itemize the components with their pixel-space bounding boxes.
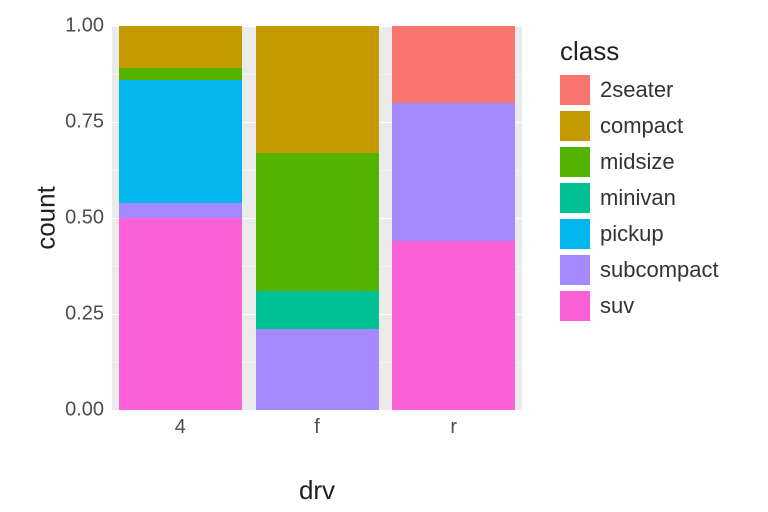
legend-item-subcompact: subcompact — [560, 255, 719, 285]
legend-key-midsize — [560, 147, 590, 177]
x-tick-label: 4 — [175, 416, 186, 439]
seg-2seater — [392, 26, 515, 103]
legend-label: pickup — [600, 221, 664, 247]
seg-midsize — [256, 153, 379, 291]
bar-r — [392, 26, 515, 410]
bar-f — [256, 26, 379, 410]
x-axis-title: drv — [112, 475, 522, 506]
legend-item-2seater: 2seater — [560, 75, 719, 105]
y-tick-label: 0.75 — [54, 111, 104, 134]
legend-label: subcompact — [600, 257, 719, 283]
x-tick-label: f — [314, 416, 320, 439]
bar-4 — [119, 26, 242, 410]
seg-compact — [256, 26, 379, 153]
legend-key-compact — [560, 111, 590, 141]
y-tick-label: 0.25 — [54, 303, 104, 326]
legend-item-minivan: minivan — [560, 183, 719, 213]
seg-subcompact — [256, 329, 379, 410]
legend-item-pickup: pickup — [560, 219, 719, 249]
chart-root: count 0.000.250.500.751.00 4fr drv class… — [0, 0, 768, 512]
seg-subcompact — [392, 103, 515, 241]
legend-key-subcompact — [560, 255, 590, 285]
legend-label: minivan — [600, 185, 676, 211]
y-tick-label: 1.00 — [54, 15, 104, 38]
y-tick-label: 0.50 — [54, 207, 104, 230]
seg-midsize — [119, 68, 242, 80]
seg-compact — [119, 26, 242, 68]
legend-key-pickup — [560, 219, 590, 249]
legend-label: midsize — [600, 149, 675, 175]
legend-item-midsize: midsize — [560, 147, 719, 177]
legend-item-suv: suv — [560, 291, 719, 321]
x-tick-label: r — [450, 416, 457, 439]
y-tick-label: 0.00 — [54, 399, 104, 422]
seg-pickup — [119, 80, 242, 203]
legend-key-2seater — [560, 75, 590, 105]
legend-item-compact: compact — [560, 111, 719, 141]
legend-label: 2seater — [600, 77, 673, 103]
seg-suv — [392, 241, 515, 410]
legend: class 2seater compact midsize minivan pickup… — [560, 36, 719, 327]
legend-label: suv — [600, 293, 634, 319]
seg-minivan — [256, 291, 379, 329]
plot-panel — [112, 26, 522, 410]
legend-key-minivan — [560, 183, 590, 213]
legend-key-suv — [560, 291, 590, 321]
seg-suv — [119, 218, 242, 410]
legend-title: class — [560, 36, 719, 67]
seg-subcompact — [119, 203, 242, 218]
legend-label: compact — [600, 113, 683, 139]
